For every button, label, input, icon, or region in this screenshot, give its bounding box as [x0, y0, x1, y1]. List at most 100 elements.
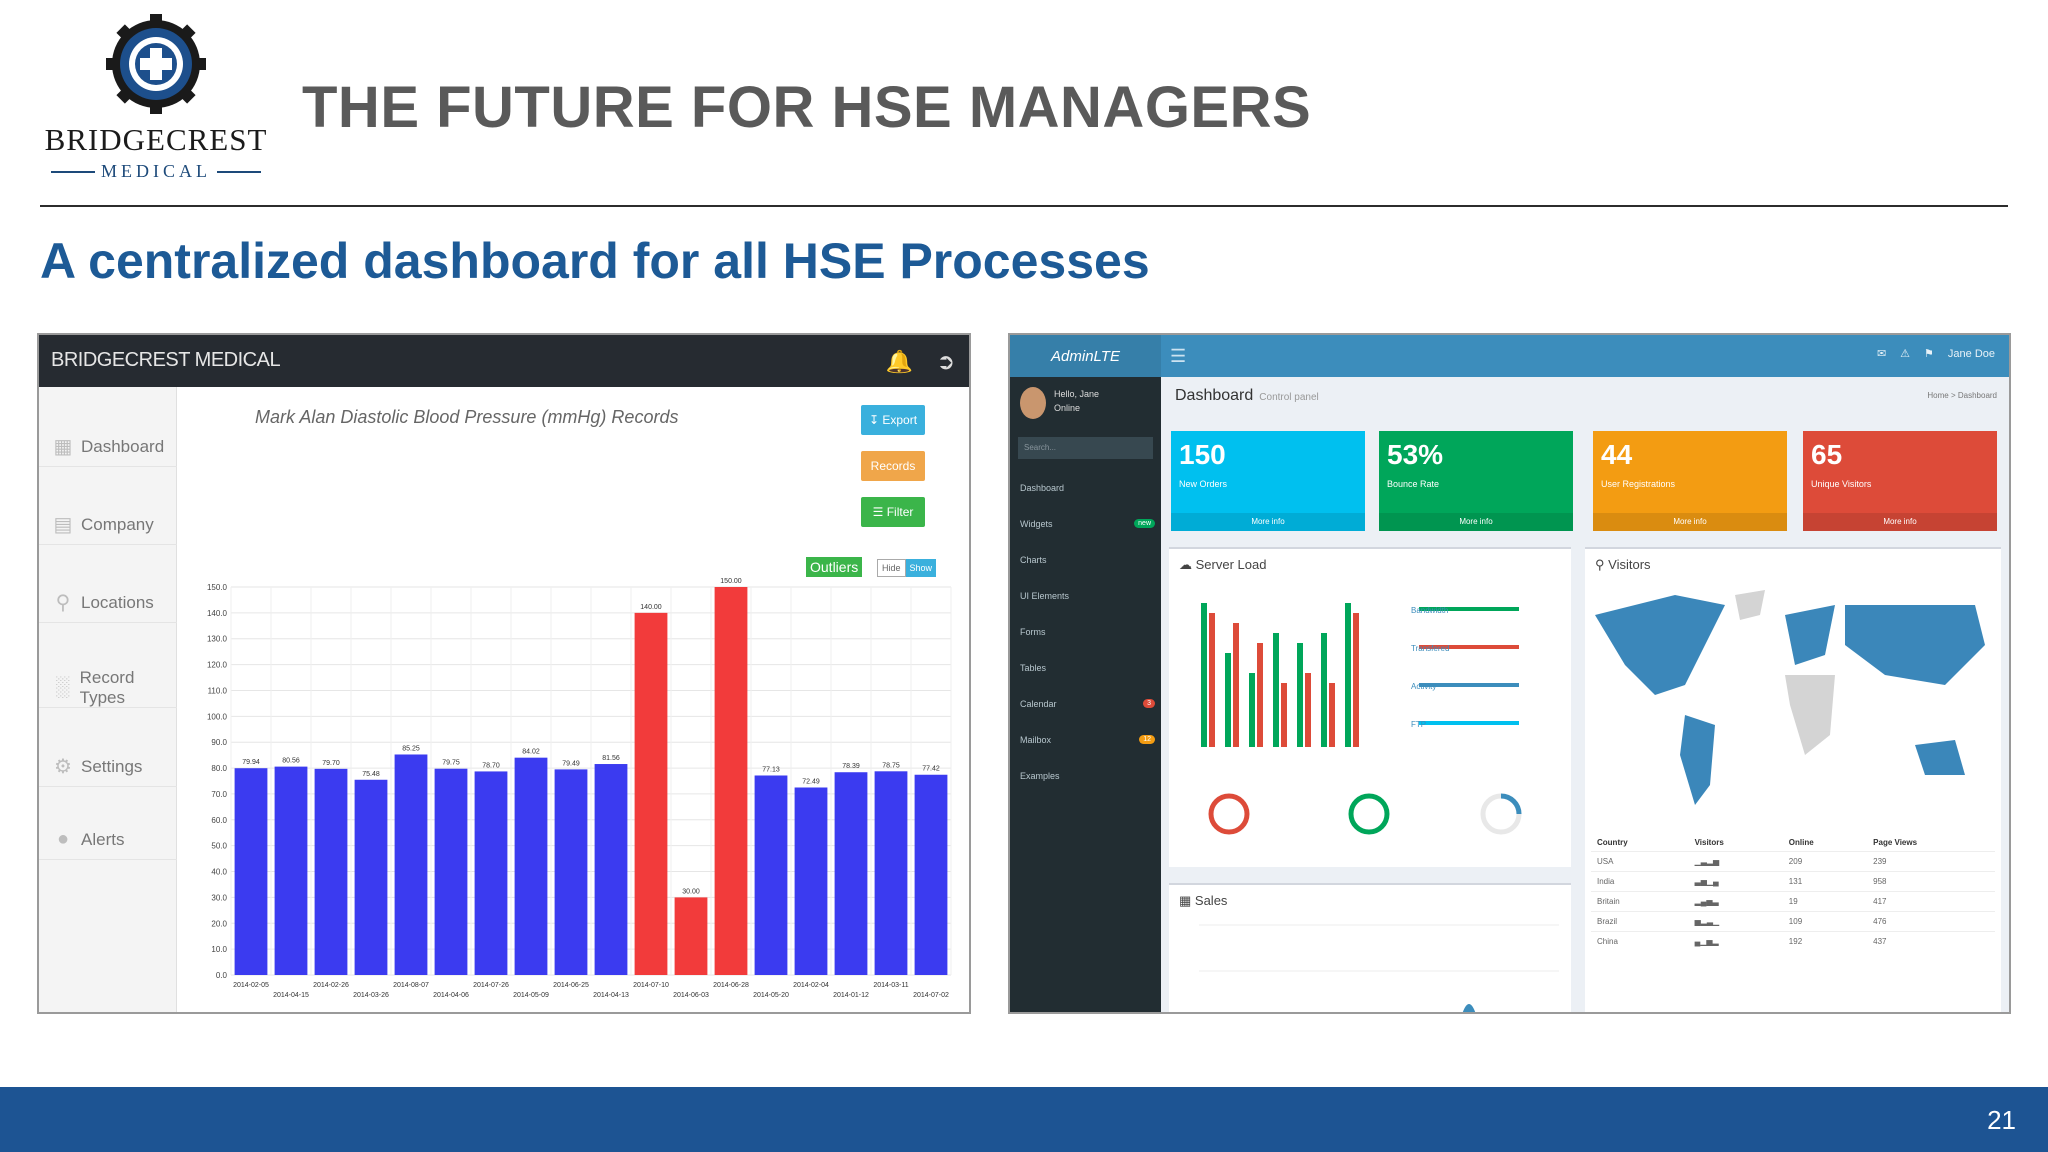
slide-title: THE FUTURE FOR HSE MANAGERS [302, 75, 1312, 140]
server-load-panel: ☁ Server Load [1169, 547, 1571, 867]
visitors-table: Country Visitors Online Page Views USA ▁▃… [1591, 834, 1995, 951]
breadcrumb: Home > Dashboard [1927, 391, 1997, 400]
data-label: 78.70 [482, 762, 500, 769]
y-tick-label: 150.0 [207, 583, 228, 592]
y-tick-label: 130.0 [207, 635, 228, 644]
left-app-sidebar: ▦ Dashboard ▤ Company ⚲ Locations ░ Reco… [39, 387, 177, 1012]
stat-box-bounce-rate: 53% Bounce Rate More info [1379, 431, 1573, 531]
menu-item-dashboard[interactable]: Dashboard [1010, 477, 1161, 499]
sidebar-item-record-types[interactable]: ░ Record Types [39, 668, 177, 708]
data-label: 150.00 [720, 578, 742, 585]
x-tick-label: 2014-06-25 [553, 982, 589, 989]
menu-toggle-icon[interactable]: ☰ [1170, 346, 1186, 367]
x-tick-label: 2014-06-03 [673, 992, 709, 999]
logout-icon[interactable]: ➲ [937, 349, 955, 375]
sidebar-item-company[interactable]: ▤ Company [39, 505, 177, 545]
data-label: 72.49 [802, 778, 820, 785]
more-info-link[interactable]: More info [1379, 513, 1573, 531]
data-label: 79.75 [442, 760, 460, 767]
grid-icon: ▦ [53, 436, 73, 458]
stat-box-user-registrations: 44 User Registrations More info [1593, 431, 1787, 531]
data-label: 30.00 [682, 888, 700, 895]
sidebar-search[interactable]: Search... [1018, 437, 1153, 459]
x-tick-label: 2014-07-02 [913, 992, 949, 999]
bar [714, 587, 748, 975]
envelope-icon[interactable]: ✉ [1877, 347, 1886, 360]
user-menu[interactable]: Jane Doe [1948, 348, 1995, 360]
online-status: Online [1054, 403, 1081, 413]
bar [394, 754, 428, 975]
filter-button[interactable]: ☰ Filter [861, 497, 925, 527]
bar [834, 772, 868, 975]
menu-item-charts[interactable]: Charts [1010, 549, 1161, 571]
bell-icon[interactable]: 🔔 [886, 349, 913, 375]
data-label: 78.75 [882, 762, 900, 769]
menu-item-widgets[interactable]: Widgets new [1010, 513, 1161, 535]
menu-item-examples[interactable]: Examples [1010, 765, 1161, 787]
logo-subtitle: MEDICAL [38, 161, 274, 182]
menu-item-mailbox[interactable]: Mailbox 12 [1010, 729, 1161, 751]
page-number: 21 [1987, 1105, 2016, 1135]
x-tick-label: 2014-03-26 [353, 992, 389, 999]
bp-bar-chart: 0.0 10.0 20.0 30.0 40.0 50.0 60.0 70.0 80.0 90.0 1… [207, 578, 952, 999]
y-tick-label: 10.0 [211, 945, 227, 954]
bar [314, 768, 348, 975]
data-label: 77.42 [922, 766, 940, 773]
visitors-panel: ⚲ Visitors Country Visitors Online Page … [1585, 547, 2001, 1012]
left-app-brand: BRIDGECREST MEDICAL [51, 349, 281, 371]
y-tick-label: 140.0 [207, 609, 228, 618]
records-button[interactable]: Records [861, 451, 925, 481]
export-button[interactable]: ↧ Export [861, 405, 925, 435]
slide-subtitle: A centralized dashboard for all HSE Proc… [40, 233, 1150, 289]
bar [874, 771, 908, 975]
menu-item-calendar[interactable]: Calendar 3 [1010, 693, 1161, 715]
left-app-main: Mark Alan Diastolic Blood Pressure (mmHg… [177, 387, 969, 1012]
alert-icon: ● [56, 828, 70, 850]
y-tick-label: 110.0 [208, 686, 228, 695]
chart-title: Mark Alan Diastolic Blood Pressure (mmHg… [255, 407, 679, 427]
bell-icon[interactable]: ⚠ [1900, 347, 1910, 360]
sidebar-item-locations[interactable]: ⚲ Locations [39, 583, 177, 623]
bar [594, 764, 628, 975]
menu-item-tables[interactable]: Tables [1010, 657, 1161, 679]
bar [754, 775, 788, 975]
x-tick-label: 2014-02-05 [233, 982, 269, 989]
x-tick-label: 2014-04-13 [593, 992, 629, 999]
adminlte-sidebar: Hello, Jane Online Search... Dashboard W… [1010, 377, 1161, 1012]
sidebar-item-settings[interactable]: ⚙ Settings [39, 747, 177, 787]
sidebar-item-dashboard[interactable]: ▦ Dashboard [39, 427, 177, 467]
adminlte-topbar: AdminLTE ☰ ✉ ⚠ ⚑ Jane Doe [1010, 335, 2009, 377]
menu-item-forms[interactable]: Forms [1010, 621, 1161, 643]
x-tick-label: 2014-02-04 [793, 982, 829, 989]
x-tick-label: 2014-08-07 [393, 982, 429, 989]
data-label: 79.70 [322, 760, 340, 767]
data-label: 84.02 [522, 749, 540, 756]
menu-item-ui-elements[interactable]: UI Elements [1010, 585, 1161, 607]
server-stat-labels: Bandwidth Transfered Activity FTP [1411, 606, 1450, 729]
topbar-icons: ✉ ⚠ ⚑ Jane Doe [1877, 347, 1995, 361]
flag-icon[interactable]: ⚑ [1924, 347, 1934, 360]
adminlte-logo[interactable]: AdminLTE [1010, 335, 1161, 377]
y-tick-label: 70.0 [211, 790, 227, 799]
page-title: Dashboard Control panel [1175, 387, 1319, 404]
bar [794, 787, 828, 975]
data-label: 80.56 [282, 758, 300, 765]
bar [514, 757, 548, 975]
more-info-link[interactable]: More info [1803, 513, 1997, 531]
x-tick-label: 2014-05-20 [753, 992, 789, 999]
x-tick-label: 2014-03-11 [873, 982, 908, 989]
data-label: 75.48 [362, 771, 380, 778]
bar [474, 771, 508, 975]
sidebar-item-alerts[interactable]: ● Alerts [39, 820, 177, 860]
more-info-link[interactable]: More info [1171, 513, 1365, 531]
x-tick-label: 2014-04-15 [273, 992, 309, 999]
x-tick-label: 2014-07-10 [633, 982, 669, 989]
data-label: 85.25 [402, 745, 420, 752]
y-tick-label: 50.0 [211, 842, 227, 851]
adminlte-screenshot: AdminLTE ☰ ✉ ⚠ ⚑ Jane Doe Hello, Jane On… [1008, 333, 2011, 1014]
bar [354, 779, 388, 975]
y-tick-label: 60.0 [211, 816, 227, 825]
y-tick-label: 40.0 [211, 868, 227, 877]
more-info-link[interactable]: More info [1593, 513, 1787, 531]
server-load-graphic [1201, 603, 1522, 835]
